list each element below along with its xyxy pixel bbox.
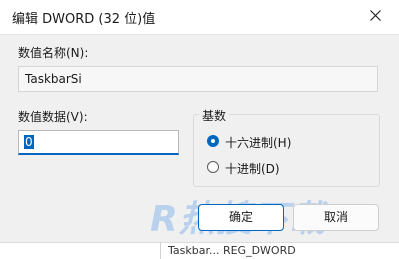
list-divider: [160, 243, 161, 259]
value-name-field: TaskbarSi: [18, 66, 378, 92]
ok-button[interactable]: 确定: [198, 204, 284, 231]
value-data-text: 0: [24, 135, 34, 149]
radio-selected-icon: [207, 135, 219, 147]
value-name-label: 数值名称(N):: [18, 46, 89, 60]
cancel-button[interactable]: 取消: [293, 204, 379, 231]
close-icon: [370, 10, 381, 21]
dialog-titlebar: 编辑 DWORD (32 位)值: [0, 0, 399, 35]
close-button[interactable]: [361, 3, 391, 29]
value-data-label: 数值数据(V):: [18, 110, 88, 124]
radio-decimal-label: 十进制(D): [225, 162, 280, 176]
radio-hexadecimal-label: 十六进制(H): [225, 136, 292, 150]
background-list-item: Taskbar... REG_DWORD: [168, 244, 296, 257]
radio-unselected-icon: [207, 161, 219, 173]
background-registry-list: Taskbar... REG_DWORD: [0, 242, 399, 259]
value-name-text: TaskbarSi: [25, 72, 82, 86]
value-data-input[interactable]: 0: [18, 130, 179, 155]
base-group-title: 基数: [199, 107, 230, 124]
dialog-title: 编辑 DWORD (32 位)值: [12, 12, 156, 27]
